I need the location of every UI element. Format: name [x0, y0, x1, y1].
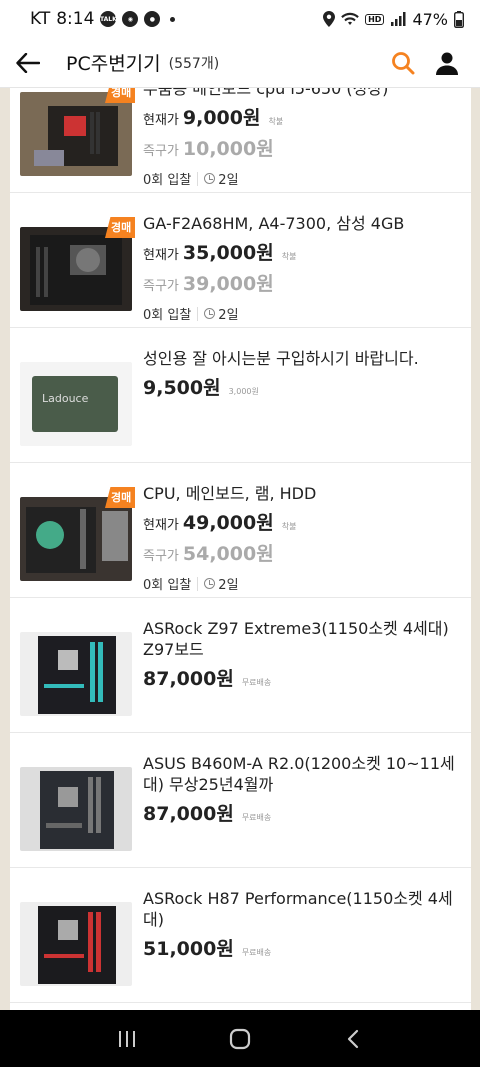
product-thumbnail[interactable]: Ladouce [20, 362, 132, 446]
buy-now-label: 즉구가 [143, 549, 179, 564]
shipping-tag: 착불 [281, 252, 297, 261]
back-chevron-icon [348, 1029, 359, 1048]
bid-count: 0회 입찰 [143, 578, 192, 593]
buy-now-label: 즉구가 [143, 144, 179, 159]
profile-button[interactable] [432, 48, 462, 78]
list-item[interactable]: 경매 CPU, 메인보드, 램, HDD 현재가 49,000원 착불 즉구가 54,… [10, 463, 471, 598]
hd-voice-icon: HD [365, 13, 385, 25]
home-button[interactable] [220, 1019, 260, 1059]
chat-icon: ● [144, 11, 161, 27]
current-price: 9,000원 [182, 107, 261, 129]
location-icon [323, 11, 336, 27]
product-list: 경매 부품용 메인보드 cpu i5-650 (정상) 현재가 9,000원 착불 … [10, 88, 471, 1010]
time-left: 2일 [218, 578, 239, 593]
recent-apps-button[interactable] [107, 1019, 147, 1059]
price: 9,500원 [143, 377, 221, 399]
back-nav-button[interactable] [333, 1019, 373, 1059]
result-count: (557개) [168, 55, 220, 72]
current-price: 35,000원 [182, 242, 274, 264]
signal-icon [391, 12, 406, 26]
auction-badge: 경매 [105, 88, 136, 103]
shipping-tag: 무료배송 [241, 948, 272, 957]
product-thumbnail[interactable] [20, 497, 132, 581]
product-thumbnail[interactable] [20, 902, 132, 986]
page-title: PC주변기기 [66, 53, 161, 75]
recent-apps-icon [118, 1030, 135, 1047]
battery-percent: 47% [412, 9, 448, 29]
buy-now-label: 즉구가 [143, 279, 179, 294]
shipping-tag: 무료배송 [241, 813, 272, 822]
current-price-label: 현재가 [143, 248, 179, 263]
search-button[interactable] [388, 48, 418, 78]
shipping-tag: 착불 [268, 117, 284, 126]
battery-icon [454, 10, 464, 28]
shipping-tag: 착불 [281, 522, 297, 531]
bid-count: 0회 입찰 [143, 308, 192, 323]
price: 87,000원 [143, 803, 234, 825]
shipping-fee: 3,000원 [228, 387, 259, 396]
bid-count: 0회 입찰 [143, 173, 192, 188]
product-thumbnail[interactable] [20, 92, 132, 176]
back-arrow-icon [16, 52, 40, 73]
item-title: ASUS B460M-A R2.0(1200소켓 10~11세대) 무상25년4… [143, 754, 455, 794]
list-item[interactable]: 경매 부품용 메인보드 cpu i5-650 (정상) 현재가 9,000원 착불 … [10, 88, 471, 193]
product-thumbnail[interactable] [20, 767, 132, 851]
product-thumbnail[interactable] [20, 632, 132, 716]
search-icon [392, 51, 415, 74]
more-notifications-icon [170, 16, 176, 22]
buy-now-price: 39,000원 [182, 273, 274, 295]
list-item[interactable]: ASRock H87 Performance(1150소켓 4세대) 51,00… [10, 868, 471, 1003]
kakaotalk-icon: TALK [100, 11, 117, 27]
buy-now-price: 10,000원 [182, 138, 274, 160]
item-title: ASRock Z97 Extreme3(1150소켓 4세대) Z97보드 [143, 619, 449, 659]
system-nav-bar [0, 1010, 480, 1067]
list-item[interactable]: Ladouce 성인용 잘 아시는분 구입하시기 바랍니다. 9,500원 3,0… [10, 328, 471, 463]
list-item[interactable]: ASUS B460M-A R2.0(1200소켓 10~11세대) 무상25년4… [10, 733, 471, 868]
list-item[interactable]: 경매 GA-F2A68HM, A4-7300, 삼성 4GB 현재가 35,000… [10, 193, 471, 328]
wifi-icon [341, 12, 359, 25]
user-icon [436, 52, 458, 75]
item-title: CPU, 메인보드, 램, HDD [143, 484, 317, 503]
app-header: PC주변기기 (557개) [0, 38, 480, 88]
item-title: 부품용 메인보드 cpu i5-650 (정상) [143, 88, 389, 98]
current-price: 49,000원 [182, 512, 274, 534]
clock-time: 8:14 [56, 9, 95, 29]
item-title: 성인용 잘 아시는분 구입하시기 바랍니다. [143, 349, 419, 368]
clock-icon [204, 308, 216, 319]
notification-icon: ◉ [122, 11, 139, 27]
product-thumbnail[interactable] [20, 227, 132, 311]
shipping-tag: 무료배송 [241, 678, 272, 687]
clock-icon [204, 578, 216, 589]
home-icon [229, 1028, 251, 1049]
current-price-label: 현재가 [143, 113, 179, 128]
back-button[interactable] [0, 38, 56, 88]
carrier: KT [30, 9, 51, 29]
current-price-label: 현재가 [143, 518, 179, 533]
auction-badge: 경매 [105, 487, 136, 508]
price: 51,000원 [143, 938, 234, 960]
auction-badge: 경매 [105, 217, 136, 238]
price: 87,000원 [143, 668, 234, 690]
status-bar: KT 8:14 TALK ◉ ● HD 47% [0, 0, 480, 38]
time-left: 2일 [218, 173, 239, 188]
time-left: 2일 [218, 308, 239, 323]
item-title: GA-F2A68HM, A4-7300, 삼성 4GB [143, 214, 405, 233]
item-title: ASRock H87 Performance(1150소켓 4세대) [143, 889, 453, 929]
clock-icon [204, 173, 216, 184]
list-item[interactable]: ASRock Z97 Extreme3(1150소켓 4세대) Z97보드 87… [10, 598, 471, 733]
thumbnail-brand-text: Ladouce [42, 392, 89, 405]
buy-now-price: 54,000원 [182, 543, 274, 565]
